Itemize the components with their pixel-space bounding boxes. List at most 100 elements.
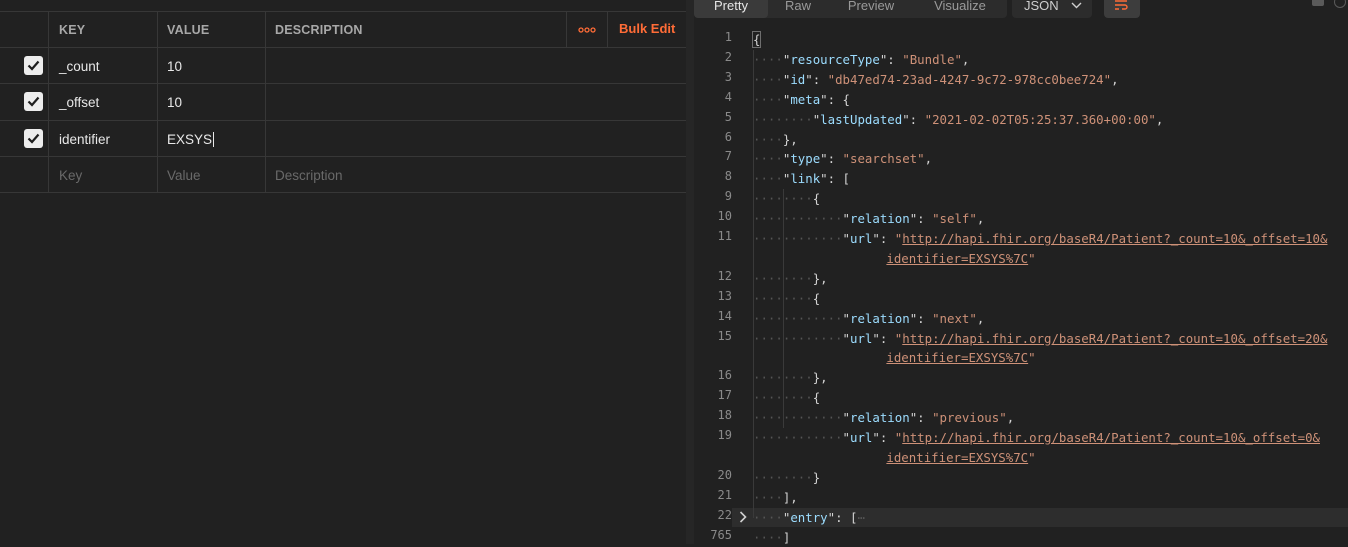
indent-guide-dots: ···· [753,171,783,187]
indent-guide-dots: ···· [753,489,783,505]
json-punct: , [1155,111,1164,127]
bulk-edit-button[interactable]: Bulk Edit [619,21,675,36]
param-checkbox-offset[interactable] [24,92,43,111]
response-panel: Pretty Raw Preview Visualize JSON 1 {2 ···… [694,0,1348,545]
param-value-input[interactable]: EXSYS [167,121,215,157]
line-number: 12 [717,268,732,283]
code-line: ····"meta": { [753,90,850,109]
json-key: id [790,71,806,87]
json-url-link[interactable]: http://hapi.fhir.org/baseR4/Patient?_cou… [902,430,1320,445]
param-description-cell[interactable] [275,121,565,157]
tab-preview[interactable]: Preview [828,0,914,18]
json-url-link[interactable]: identifier=EXSYS%7C [886,450,1028,465]
json-string: "self" [932,211,977,227]
json-url-link[interactable]: http://hapi.fhir.org/baseR4/Patient?_cou… [902,231,1327,246]
line-number: 18 [717,408,732,423]
indent-guide-dots: ············ [753,330,843,346]
divider [566,12,567,48]
indent-guide-dots: ············ [753,211,843,227]
json-key: url [850,330,873,346]
code-line: ····"entry": [⋯ [753,508,865,527]
json-punct: }, [812,270,828,286]
json-punct: ": [820,151,843,167]
chevron-right-icon[interactable] [739,511,747,523]
code-line: ····}, [753,130,798,149]
json-punct: ": [909,310,933,326]
column-header-value: VALUE [167,23,210,37]
json-punct: , [1006,410,1015,426]
param-key-cell[interactable]: _count [59,48,100,84]
json-punct: { [751,31,762,48]
search-icon[interactable] [1334,0,1346,8]
json-string: "previous" [932,410,1007,426]
indent-guide-dots: ···· [753,529,783,545]
param-checkbox-identifier[interactable] [24,129,43,148]
indent-guide [782,189,784,428]
indent-guide-dots: ···· [753,91,783,107]
json-quote: " [842,410,850,426]
tab-visualize[interactable]: Visualize [914,0,1006,18]
wrap-icon [1115,0,1128,10]
code-line: ············"url": "http://hapi.fhir.org… [753,428,1320,447]
json-quote: " [842,330,850,346]
indent-guide-dots: ············ [753,410,843,426]
divider [0,192,686,193]
more-options-icon[interactable] [578,21,596,38]
indent-guide-dots: ···· [753,509,783,525]
code-line: ············"relation": "previous", [753,408,1014,427]
param-key-cell[interactable]: identifier [59,121,110,157]
line-number: 14 [717,308,732,323]
new-description-input[interactable]: Description [275,157,343,193]
line-number: 9 [724,189,732,204]
param-key-cell[interactable]: _offset [59,84,99,120]
json-key: relation [850,211,910,227]
param-value-cell[interactable]: 10 [167,48,182,84]
param-description-cell[interactable] [275,48,565,84]
param-description-cell[interactable] [275,84,565,120]
copy-icon[interactable] [1312,0,1324,6]
line-number: 8 [724,169,732,184]
pane-resize-handle[interactable] [686,0,694,544]
json-url-link[interactable]: http://hapi.fhir.org/baseR4/Patient?_cou… [902,331,1327,346]
line-number: 21 [717,487,732,502]
line-number: 16 [717,368,732,383]
param-value-cell[interactable]: 10 [167,84,182,120]
checkmark-icon [27,96,40,107]
tab-raw[interactable]: Raw [768,0,828,18]
json-url-link[interactable]: identifier=EXSYS%7C [886,350,1028,365]
json-quote: " [1028,250,1036,266]
json-punct: }, [782,131,798,147]
json-quote: " [1028,449,1036,465]
json-punct: [ [842,171,851,187]
json-key: url [850,430,873,445]
indent-guide-dots: ···· [753,51,783,67]
param-checkbox-count[interactable] [24,56,43,75]
new-value-input[interactable]: Value [167,157,201,193]
json-url-link[interactable]: identifier=EXSYS%7C [886,251,1028,266]
tab-pretty[interactable]: Pretty [694,0,768,18]
divider [48,12,49,193]
json-punct: ": [872,330,895,346]
param-value-text: EXSYS [167,131,213,147]
text-cursor [213,131,215,147]
json-punct: ": [902,111,925,127]
format-select-value: JSON [1024,0,1059,13]
code-line: ········}, [753,269,828,288]
new-key-input[interactable]: Key [59,157,82,193]
code-line: ········{ [753,189,820,208]
line-number: 6 [724,129,732,144]
line-number: 11 [717,229,732,243]
json-string: "2021-02-02T05:25:37.360+00:00" [924,111,1156,127]
format-select[interactable]: JSON [1012,0,1092,18]
json-quote: " [842,310,850,326]
indent-guide-dots: ···· [753,131,783,147]
json-punct: , [976,310,985,326]
wrap-lines-button[interactable] [1104,0,1140,18]
json-punct: ] [782,529,791,545]
indent-guide-dots: ············ [753,231,843,246]
json-key: lastUpdated [820,111,903,127]
line-number: 22 [717,507,732,522]
code-line: ····"id": "db47ed74-23ad-4247-9c72-978cc… [753,70,1119,89]
divider [265,12,266,193]
indent-guide-dots: ···· [753,71,783,87]
